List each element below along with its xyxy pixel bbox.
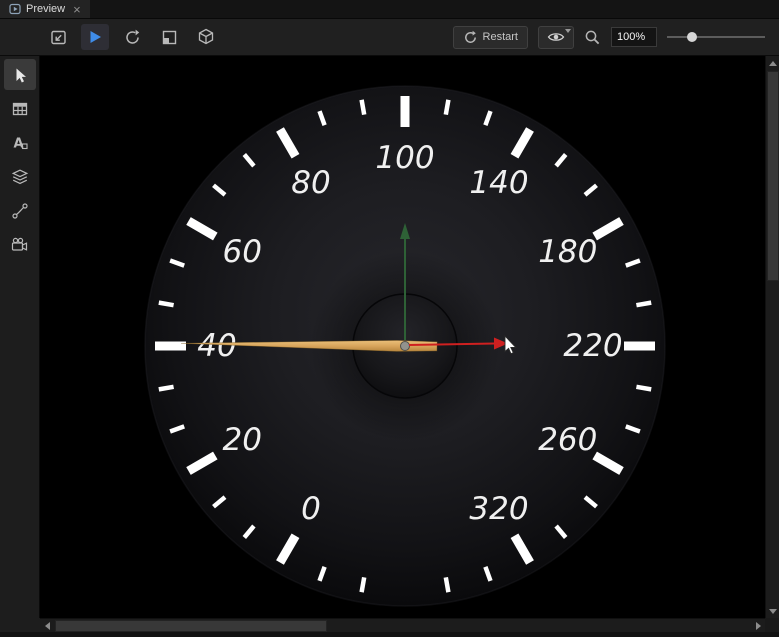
gauge-tick-minor [636,387,651,390]
tab-preview[interactable]: Preview × [0,0,90,18]
sidebar-tool-text[interactable]: A [4,127,36,158]
zoom-to-fit-icon [49,28,68,47]
cube-icon [196,27,216,47]
play-icon [86,28,104,46]
gauge-label-0: 0 [301,491,321,527]
gauge-tick-minor [446,577,449,592]
connection-icon [11,202,29,220]
preview-canvas[interactable]: 0 20 40 60 80 100 140 180 220 260 320 [40,56,765,618]
gauge-label-260: 260 [538,422,597,458]
down-arrow-icon [769,609,777,614]
tab-title: Preview [26,3,65,15]
sidebar-tool-camera[interactable] [4,229,36,260]
tab-bar: Preview × [0,0,779,19]
play-button[interactable] [81,24,109,50]
gauge-tick-minor [446,100,449,115]
preview-tab-icon [9,3,21,15]
restart-button[interactable]: Restart [453,26,528,49]
gauge-label-140: 140 [469,165,528,201]
toolbar-left-group [44,24,220,50]
needle-pivot[interactable] [401,342,410,351]
loop-icon [123,28,142,47]
cursor-icon [11,66,29,84]
vertical-scrollbar[interactable] [765,56,779,618]
toolbar-right-group: Restart 100% [453,26,765,49]
gauge-label-80: 80 [291,165,330,201]
horizontal-scrollbar-thumb[interactable] [55,620,327,632]
zoom-level-field[interactable]: 100% [611,27,657,47]
gauge-label-20: 20 [222,422,261,458]
restart-label: Restart [483,31,518,43]
up-arrow-icon [769,61,777,66]
gauge-label-320: 320 [469,491,528,527]
gauge-label-100: 100 [375,140,434,176]
eye-icon [547,30,565,44]
tool-sidebar: A [0,56,40,618]
gauge-label-60: 60 [222,234,261,270]
preview-toolbar: Restart 100% [0,19,779,56]
sidebar-tool-table[interactable] [4,93,36,124]
scale-button[interactable] [155,24,183,50]
sidebar-tool-connections[interactable] [4,195,36,226]
gauge-label-40: 40 [197,328,236,364]
bottom-left-corner [0,618,40,632]
text-icon: A [11,134,29,152]
export-3d-button[interactable] [192,24,220,50]
dropdown-arrow-icon [565,29,571,33]
gauge-label-180: 180 [538,234,597,270]
gauge-tick-minor [159,387,174,390]
scroll-up-button[interactable] [766,56,779,70]
scale-icon [160,28,179,47]
left-arrow-icon [45,622,50,630]
zoom-slider-handle[interactable] [687,32,697,42]
right-arrow-icon [756,622,761,630]
gauge-tick-minor [159,303,174,306]
refresh-icon [463,30,478,45]
horizontal-scrollbar[interactable] [40,618,765,632]
gauge-tick-minor [362,100,365,115]
zoom-slider[interactable] [667,29,765,45]
tab-close-icon[interactable]: × [73,3,81,16]
preview-window: Preview × [0,0,779,637]
gauge-tick-minor [636,303,651,306]
gauge-tick-minor [362,577,365,592]
loop-button[interactable] [118,24,146,50]
camera-icon [10,236,29,254]
scroll-right-button[interactable] [751,619,765,633]
zoom-slider-track[interactable] [667,36,765,38]
sidebar-tool-layers[interactable] [4,161,36,192]
vertical-scrollbar-thumb[interactable] [767,71,779,281]
bottom-strip [0,632,779,637]
visibility-button[interactable] [538,26,574,49]
gauge-preview[interactable]: 0 20 40 60 80 100 140 180 220 260 320 [40,56,765,618]
sidebar-tool-select[interactable] [4,59,36,90]
gauge-label-220: 220 [563,328,622,364]
zoom-to-fit-button[interactable] [44,24,72,50]
layers-icon [11,168,29,186]
magnifier-icon [584,29,601,46]
scroll-left-button[interactable] [40,619,54,633]
scroll-down-button[interactable] [766,604,779,618]
scrollbar-corner [765,618,779,632]
table-icon [11,100,29,118]
